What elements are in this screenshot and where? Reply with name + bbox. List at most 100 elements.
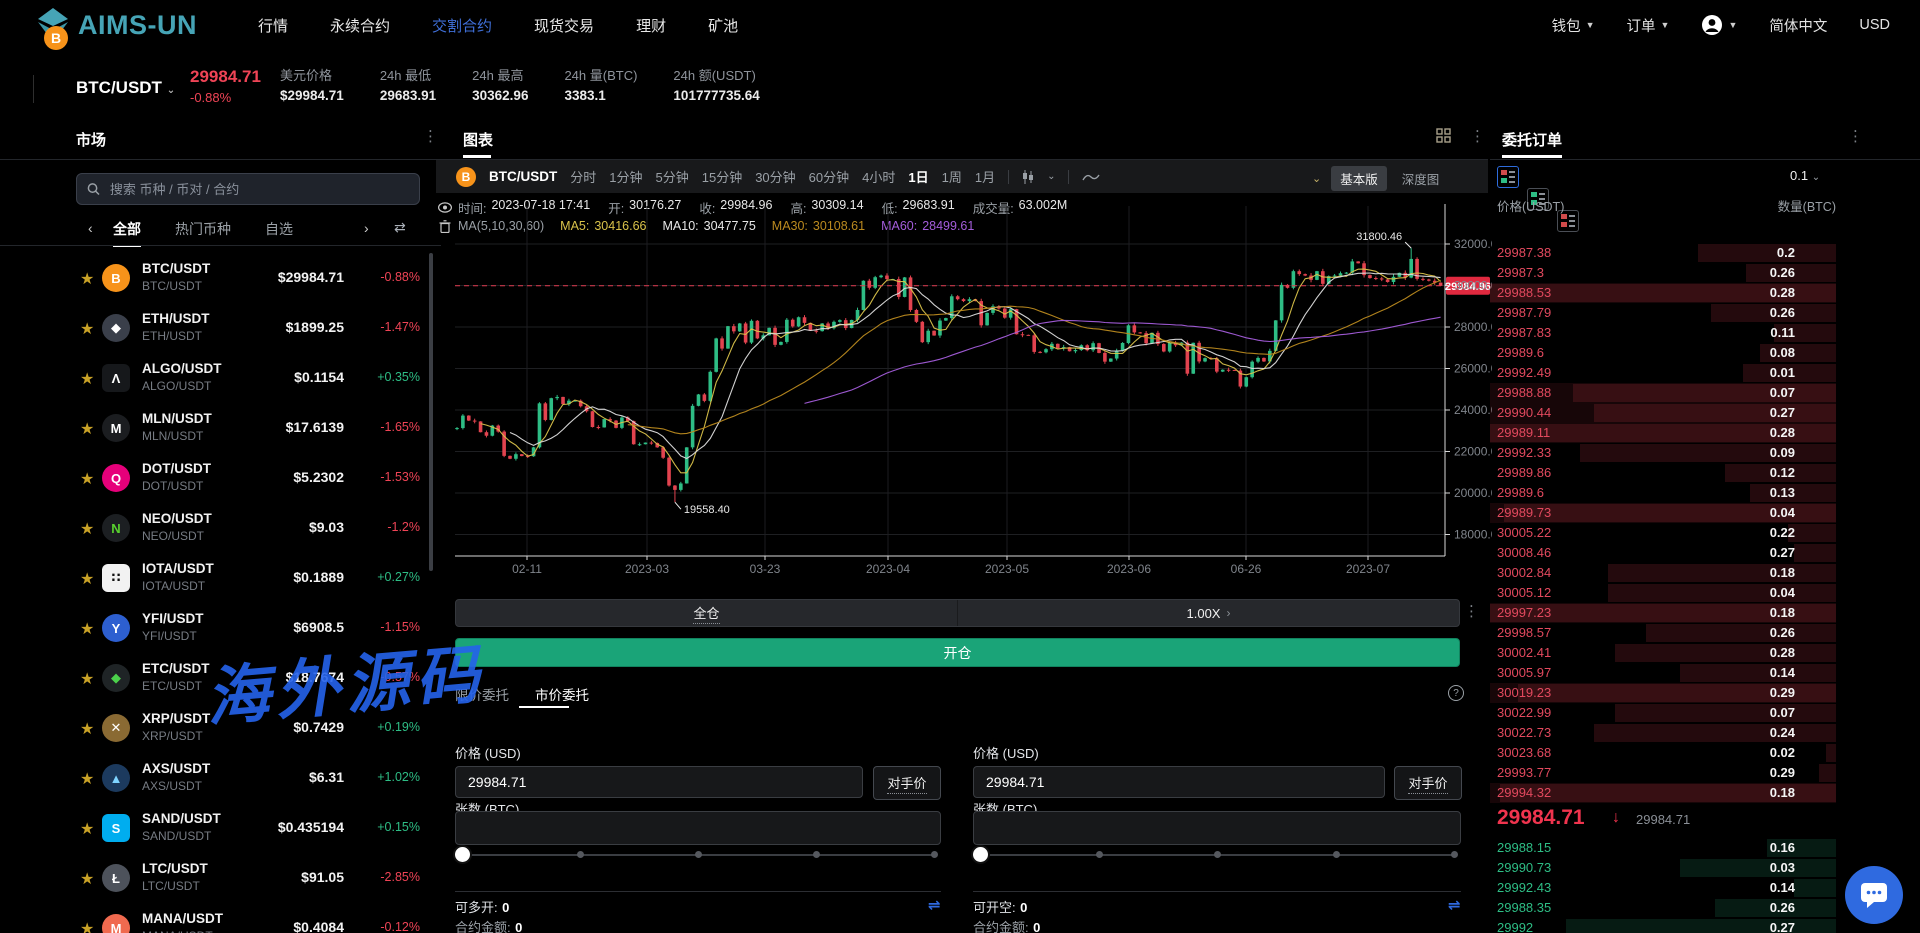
wallet-menu[interactable]: 钱包▼ [1552, 15, 1595, 36]
favorite-star-icon[interactable]: ★ [80, 869, 94, 889]
favorite-star-icon[interactable]: ★ [80, 569, 94, 589]
favorite-star-icon[interactable]: ★ [80, 419, 94, 439]
swap-icon[interactable]: ⇌ [1448, 896, 1461, 914]
chevron-down-icon[interactable]: ⌄ [1047, 171, 1055, 182]
sell-order-row[interactable]: 29990.440.27 [1490, 403, 1836, 423]
precision-select[interactable]: 0.1 ⌄ [1790, 168, 1820, 183]
timeframe-30分钟[interactable]: 30分钟 [755, 167, 795, 186]
list-item-YFI/USDT[interactable]: ★YYFI/USDTYFI/USDT$6908.5-1.15% [0, 603, 441, 653]
nav-item-行情[interactable]: 行情 [258, 15, 288, 36]
timeframe-5分钟[interactable]: 5分钟 [656, 167, 689, 186]
list-item-AXS/USDT[interactable]: ★▲AXS/USDTAXS/USDT$6.31+1.02% [0, 753, 441, 803]
timeframe-1日[interactable]: 1日 [908, 167, 928, 186]
view-button-深度图[interactable]: 深度图 [1393, 166, 1449, 191]
panel-menu-icon[interactable]: ⋮ [1848, 127, 1863, 145]
slider-handle[interactable] [455, 847, 470, 862]
sell-order-row[interactable]: 29987.790.26 [1490, 303, 1836, 323]
short-qty-input[interactable] [973, 811, 1461, 845]
help-icon[interactable]: ? [1448, 685, 1464, 701]
sell-order-row[interactable]: 29992.330.09 [1490, 443, 1836, 463]
chevron-down-icon[interactable]: ⌄ [1312, 172, 1321, 185]
account-menu[interactable]: ▼ [1701, 14, 1737, 36]
sell-order-row[interactable]: 29992.490.01 [1490, 363, 1836, 383]
book-view-both-icon[interactable] [1497, 166, 1519, 188]
favorite-star-icon[interactable]: ★ [80, 269, 94, 289]
sell-order-row[interactable]: 29989.60.13 [1490, 483, 1836, 503]
list-item-ETC/USDT[interactable]: ★◆ETC/USDTETC/USDT$18.7674-0.57% [0, 653, 441, 703]
sell-order-row[interactable]: 30023.680.02 [1490, 743, 1836, 763]
timeframe-60分钟[interactable]: 60分钟 [809, 167, 849, 186]
market-tab-自选[interactable]: 自选 [265, 219, 293, 247]
favorite-star-icon[interactable]: ★ [80, 919, 94, 933]
margin-mode-button[interactable]: 全仓 [456, 600, 957, 626]
open-position-button[interactable]: 开仓 [455, 638, 1460, 667]
pair-selector[interactable]: BTC/USDT ⌄ [76, 78, 175, 98]
nav-item-理财[interactable]: 理财 [636, 15, 666, 36]
list-item-MANA/USDT[interactable]: ★MMANA/USDTMANA/USDT$0.4084-0.12% [0, 903, 441, 933]
currency-select[interactable]: USD [1859, 17, 1890, 33]
sell-order-row[interactable]: 30019.230.29 [1490, 683, 1836, 703]
nav-item-交割合约[interactable]: 交割合约 [432, 15, 492, 36]
list-item-DOT/USDT[interactable]: ★QDOT/USDTDOT/USDT$5.2302-1.53% [0, 453, 441, 503]
candle-type-icon[interactable] [1022, 170, 1034, 184]
order-tab-市价委托[interactable]: 市价委托 [535, 684, 589, 704]
layout-grid-icon[interactable] [1436, 128, 1451, 143]
nav-item-现货交易[interactable]: 现货交易 [534, 15, 594, 36]
favorite-star-icon[interactable]: ★ [80, 469, 94, 489]
search-input[interactable] [108, 181, 409, 198]
sell-order-row[interactable]: 29998.570.26 [1490, 623, 1836, 643]
list-item-MLN/USDT[interactable]: ★MMLN/USDTMLN/USDT$17.6139-1.65% [0, 403, 441, 453]
list-item-ALGO/USDT[interactable]: ★ΛALGO/USDTALGO/USDT$0.1154+0.35% [0, 353, 441, 403]
sell-order-row[interactable]: 29993.770.29 [1490, 763, 1836, 783]
sell-order-row[interactable]: 29989.730.04 [1490, 503, 1836, 523]
sell-order-row[interactable]: 29987.380.2 [1490, 243, 1836, 263]
search-box[interactable] [76, 173, 420, 205]
leverage-button[interactable]: 1.00X› [958, 600, 1459, 626]
market-tab-全部[interactable]: 全部 [113, 219, 141, 247]
timeframe-4小时[interactable]: 4小时 [862, 167, 895, 186]
timeframe-分时[interactable]: 分时 [570, 167, 596, 186]
sell-order-row[interactable]: 30002.410.28 [1490, 643, 1836, 663]
slider-handle[interactable] [973, 847, 988, 862]
sell-order-row[interactable]: 30005.120.04 [1490, 583, 1836, 603]
sell-order-row[interactable]: 29994.320.18 [1490, 783, 1836, 803]
favorite-star-icon[interactable]: ★ [80, 619, 94, 639]
trade-menu-icon[interactable]: ⋮ [1464, 602, 1479, 620]
sell-order-row[interactable]: 30008.460.27 [1490, 543, 1836, 563]
buy-order-row[interactable]: 29988.350.26 [1490, 898, 1836, 918]
timeframe-1分钟[interactable]: 1分钟 [609, 167, 642, 186]
sell-order-row[interactable]: 29987.830.11 [1490, 323, 1836, 343]
favorite-star-icon[interactable]: ★ [80, 769, 94, 789]
timeframe-15分钟[interactable]: 15分钟 [702, 167, 742, 186]
list-item-ETH/USDT[interactable]: ★◆ETH/USDTETH/USDT$1899.25-1.47% [0, 303, 441, 353]
sell-order-row[interactable]: 29989.110.28 [1490, 423, 1836, 443]
short-amount-slider[interactable] [980, 854, 1454, 856]
favorite-star-icon[interactable]: ★ [80, 669, 94, 689]
buy-order-row[interactable]: 299920.27 [1490, 918, 1836, 933]
sell-order-row[interactable]: 30005.970.14 [1490, 663, 1836, 683]
buy-order-row[interactable]: 29990.730.03 [1490, 858, 1836, 878]
sell-order-row[interactable]: 29997.230.18 [1490, 603, 1836, 623]
panel-menu-icon[interactable]: ⋮ [1470, 127, 1485, 145]
counter-price-button[interactable]: 对手价 [873, 766, 941, 800]
scrollbar-thumb[interactable] [429, 253, 433, 571]
long-price-input[interactable] [455, 766, 863, 798]
timeframe-1周[interactable]: 1周 [942, 167, 962, 186]
timeframe-1月[interactable]: 1月 [975, 167, 995, 186]
chat-bubble-button[interactable] [1845, 866, 1903, 924]
list-item-SAND/USDT[interactable]: ★SSAND/USDTSAND/USDT$0.435194+0.15% [0, 803, 441, 853]
list-item-LTC/USDT[interactable]: ★ŁLTC/USDTLTC/USDT$91.05-2.85% [0, 853, 441, 903]
order-tab-限价委托[interactable]: 限价委托 [455, 684, 509, 704]
short-price-input[interactable] [973, 766, 1385, 798]
sell-order-row[interactable]: 30022.990.07 [1490, 703, 1836, 723]
sell-order-row[interactable]: 29988.880.07 [1490, 383, 1836, 403]
favorite-star-icon[interactable]: ★ [80, 519, 94, 539]
nav-item-永续合约[interactable]: 永续合约 [330, 15, 390, 36]
favorite-star-icon[interactable]: ★ [80, 319, 94, 339]
swap-icon[interactable]: ⇌ [928, 896, 941, 914]
favorite-star-icon[interactable]: ★ [80, 369, 94, 389]
orders-menu[interactable]: 订单▼ [1627, 15, 1670, 36]
favorite-star-icon[interactable]: ★ [80, 819, 94, 839]
sell-order-row[interactable]: 29989.60.08 [1490, 343, 1836, 363]
counter-price-button[interactable]: 对手价 [1394, 766, 1462, 800]
